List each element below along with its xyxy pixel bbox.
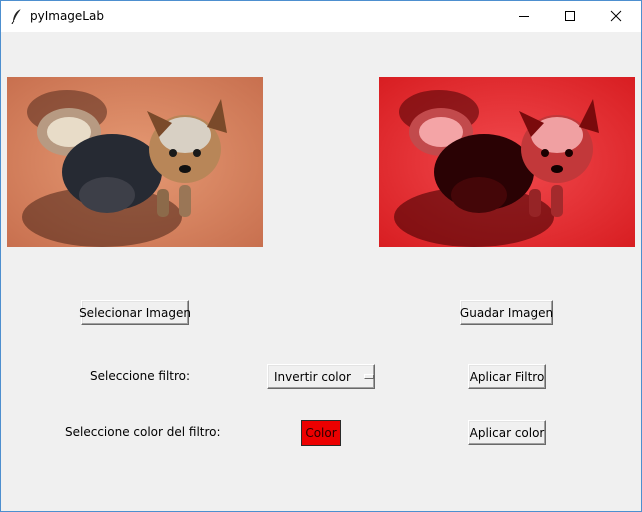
select-image-button[interactable]: Selecionar Imagen: [79, 300, 191, 325]
original-image: [7, 77, 263, 247]
close-icon: [610, 7, 622, 26]
minimize-button[interactable]: [501, 1, 547, 32]
apply-color-button[interactable]: Aplicar color: [468, 420, 546, 445]
window-title: pyImageLab: [30, 9, 104, 23]
maximize-icon: [564, 7, 576, 26]
title-bar[interactable]: pyImageLab: [1, 1, 641, 32]
color-label: Seleccione color del filtro:: [65, 425, 221, 439]
dropdown-indicator-icon: [363, 374, 374, 379]
app-window: pyImageLab Selecionar Imagen Guadar Imag…: [0, 0, 642, 512]
filtered-image: [379, 77, 635, 247]
feather-icon: [10, 8, 24, 25]
close-button[interactable]: [593, 1, 639, 32]
filter-selected-value: Invertir color: [274, 369, 351, 384]
maximize-button[interactable]: [547, 1, 593, 32]
minimize-icon: [518, 7, 530, 26]
save-image-button[interactable]: Guadar Imagen: [460, 300, 553, 325]
filter-label: Seleccione filtro:: [90, 369, 191, 383]
color-picker-button[interactable]: Color: [301, 420, 341, 446]
filter-dropdown[interactable]: Invertir color: [267, 364, 375, 389]
apply-filter-button[interactable]: Aplicar Filtro: [468, 364, 546, 389]
